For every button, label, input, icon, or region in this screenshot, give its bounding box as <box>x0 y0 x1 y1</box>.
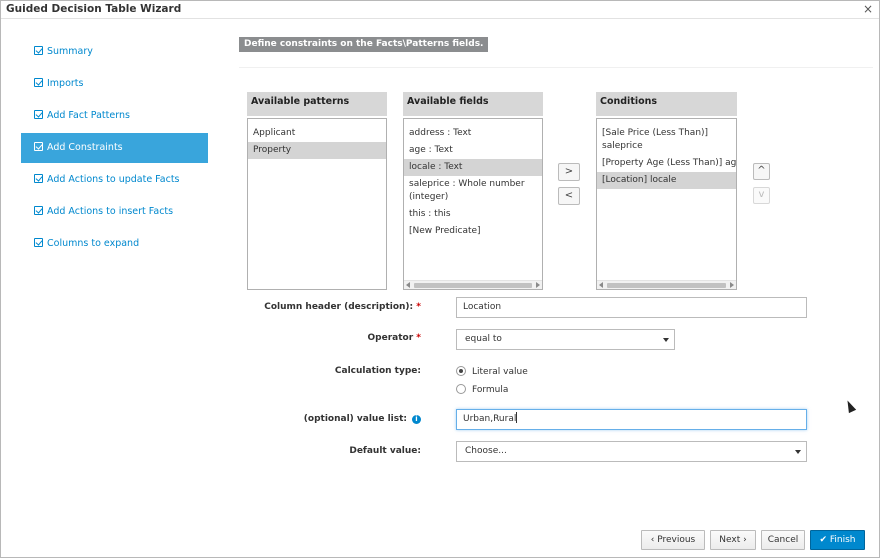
text-cursor <box>516 412 518 423</box>
move-up-button[interactable]: ^ <box>753 163 770 180</box>
horizontal-scrollbar[interactable] <box>404 280 542 289</box>
default-value-label: Default value: <box>349 446 421 456</box>
radio-icon <box>456 384 466 394</box>
list-item[interactable]: [Sale Price (Less Than)] saleprice <box>597 125 736 155</box>
list-item[interactable]: [Property Age (Less Than)] age <box>597 155 736 172</box>
step-add-fact-patterns[interactable]: Add Fact Patterns <box>21 101 208 131</box>
step-add-actions-insert[interactable]: Add Actions to insert Facts <box>21 197 208 227</box>
chevron-right-icon: › <box>740 535 747 545</box>
patterns-list[interactable]: Applicant Property <box>247 118 387 290</box>
scroll-right-icon[interactable] <box>536 282 540 288</box>
scroll-thumb[interactable] <box>607 283 726 288</box>
list-item[interactable]: this : this <box>404 206 542 223</box>
step-add-actions-update[interactable]: Add Actions to update Facts <box>21 165 208 195</box>
divider <box>239 67 873 68</box>
move-down-button[interactable]: v <box>753 187 770 204</box>
step-imports[interactable]: Imports <box>21 69 208 99</box>
list-item[interactable]: address : Text <box>404 125 542 142</box>
mouse-cursor-icon <box>843 398 857 414</box>
previous-button[interactable]: ‹ Previous <box>641 530 705 550</box>
default-value-select[interactable]: Choose... <box>456 441 807 462</box>
list-item[interactable]: Property <box>248 142 386 159</box>
wizard-steps: Summary Imports Add Fact Patterns Add Co… <box>21 37 208 261</box>
list-item[interactable]: [Location] locale <box>597 172 736 189</box>
close-icon[interactable]: × <box>863 2 873 16</box>
step-summary[interactable]: Summary <box>21 37 208 67</box>
add-condition-button[interactable]: > <box>558 163 580 181</box>
scroll-right-icon[interactable] <box>730 282 734 288</box>
cancel-button[interactable]: Cancel <box>761 530 805 550</box>
checkbox-icon <box>34 142 43 151</box>
info-icon[interactable]: i <box>412 415 421 424</box>
patterns-header: Available patterns <box>247 92 387 116</box>
chevron-down-icon <box>795 450 801 454</box>
conditions-list[interactable]: [Sale Price (Less Than)] saleprice [Prop… <box>596 118 737 290</box>
fields-list[interactable]: address : Text age : Text locale : Text … <box>403 118 543 290</box>
value-list-input[interactable]: Urban,Rural <box>456 409 807 430</box>
list-item[interactable]: [New Predicate] <box>404 223 542 240</box>
scroll-thumb[interactable] <box>414 283 532 288</box>
check-icon: ✔ <box>819 535 830 545</box>
window-title: Guided Decision Table Wizard <box>6 3 182 15</box>
checkbox-icon <box>34 174 43 183</box>
scroll-left-icon[interactable] <box>599 282 603 288</box>
calculation-type-label: Calculation type: <box>334 366 421 376</box>
radio-selected-icon <box>456 366 466 376</box>
column-header-input[interactable]: Location <box>456 297 807 318</box>
horizontal-scrollbar[interactable] <box>597 280 736 289</box>
chevron-down-icon <box>663 338 669 342</box>
fields-header: Available fields <box>403 92 543 116</box>
list-item[interactable]: Applicant <box>248 125 386 142</box>
list-item[interactable]: age : Text <box>404 142 542 159</box>
finish-button[interactable]: ✔ Finish <box>810 530 865 550</box>
list-item[interactable]: locale : Text <box>404 159 542 176</box>
scroll-left-icon[interactable] <box>406 282 410 288</box>
remove-condition-button[interactable]: < <box>558 187 580 205</box>
operator-label: Operator * <box>367 333 422 343</box>
step-add-constraints[interactable]: Add Constraints <box>21 133 208 163</box>
instruction-banner: Define constraints on the Facts\Patterns… <box>239 37 489 52</box>
radio-literal-value[interactable]: Literal value <box>456 366 528 377</box>
checkbox-icon <box>34 110 43 119</box>
operator-select[interactable]: equal to <box>456 329 675 350</box>
wizard-window: Guided Decision Table Wizard × Summary I… <box>0 0 880 558</box>
next-button[interactable]: Next › <box>710 530 756 550</box>
column-header-label: Column header (description): * <box>264 302 421 312</box>
checkbox-icon <box>34 46 43 55</box>
title-bar: Guided Decision Table Wizard × <box>1 1 879 19</box>
radio-formula[interactable]: Formula <box>456 384 508 395</box>
checkbox-icon <box>34 78 43 87</box>
step-columns-to-expand[interactable]: Columns to expand <box>21 229 208 259</box>
list-item[interactable]: saleprice : Whole number (integer) <box>404 176 542 206</box>
checkbox-icon <box>34 238 43 247</box>
conditions-header: Conditions <box>596 92 737 116</box>
value-list-label: (optional) value list: i <box>261 414 421 424</box>
checkbox-icon <box>34 206 43 215</box>
